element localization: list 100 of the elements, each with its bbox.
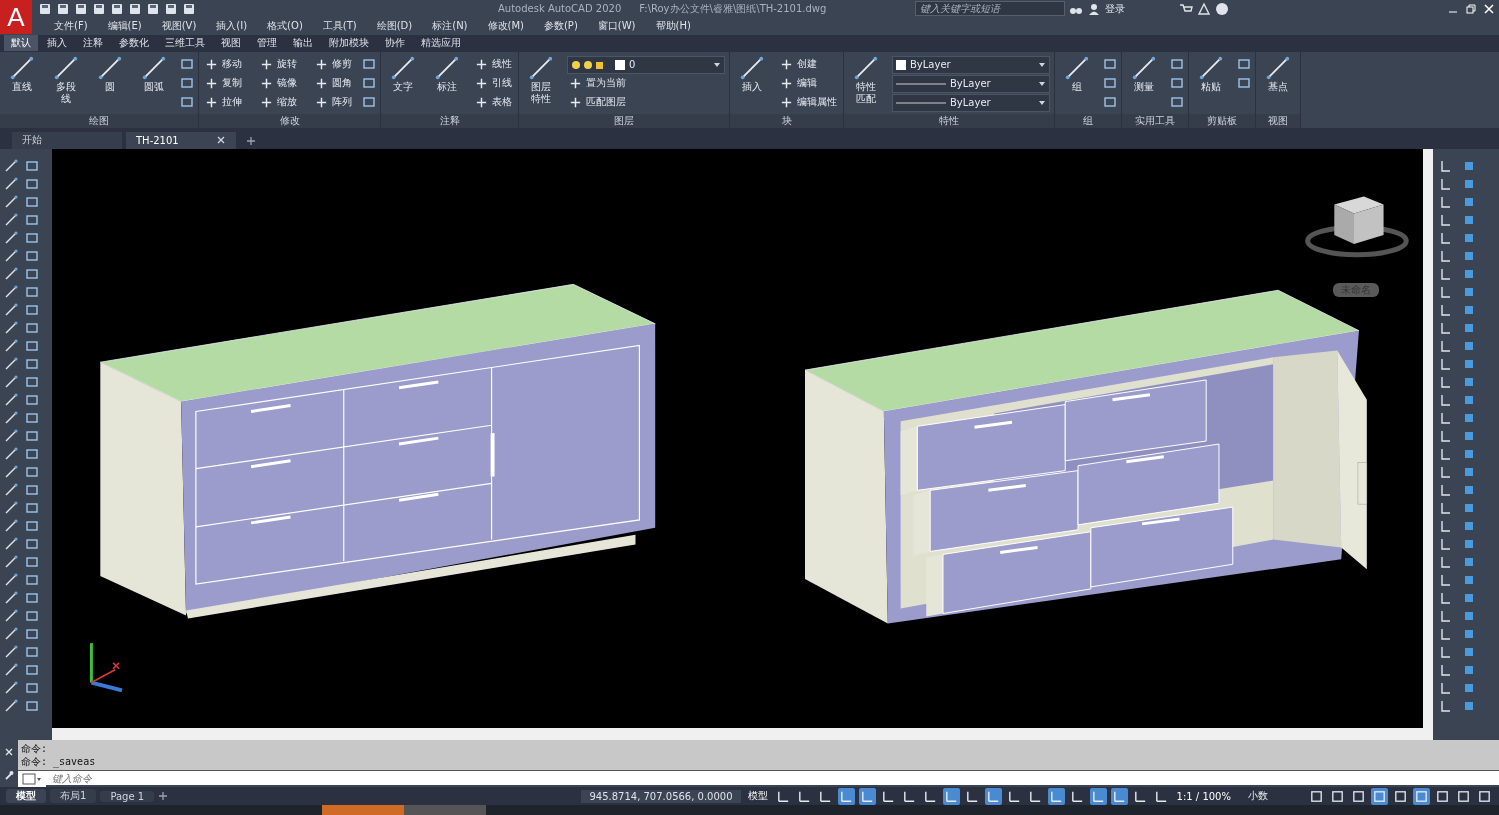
tool-icon[interactable] — [1439, 356, 1453, 371]
tool-icon[interactable] — [1439, 500, 1453, 515]
add-tab-icon[interactable] — [158, 791, 169, 801]
tool-icon[interactable] — [1439, 158, 1453, 173]
ribbon-tab[interactable]: 附加模块 — [322, 35, 376, 52]
tool-icon[interactable] — [1439, 680, 1453, 695]
wrench-icon[interactable] — [4, 770, 14, 781]
tool-icon[interactable] — [25, 374, 39, 389]
layout-tab[interactable]: Page 1 — [100, 790, 155, 802]
status-toggle-icon[interactable] — [942, 787, 960, 805]
property-dropdown[interactable]: ByLayer — [892, 94, 1050, 112]
sign-in-link[interactable]: 登录 — [1105, 1, 1176, 16]
menu-item[interactable]: 插入(I) — [216, 19, 248, 33]
tool-icon[interactable] — [1439, 464, 1453, 479]
triangle-icon[interactable] — [1197, 1, 1212, 16]
tool-icon[interactable] — [4, 608, 18, 623]
ribbon-button[interactable]: 基点 — [1260, 55, 1296, 114]
terminal-icon[interactable] — [18, 771, 46, 788]
toolbar-icon[interactable] — [74, 1, 88, 16]
tool-icon[interactable] — [362, 57, 376, 71]
tool-icon[interactable] — [4, 662, 18, 677]
ribbon-button[interactable]: 置为当前 — [567, 74, 628, 93]
ribbon-tab[interactable]: 三维工具 — [158, 35, 212, 52]
tool-icon[interactable] — [25, 446, 39, 461]
tool-icon[interactable] — [25, 662, 39, 677]
tool-icon[interactable] — [25, 248, 39, 263]
tool-icon[interactable] — [4, 284, 18, 299]
tool-icon[interactable] — [25, 410, 39, 425]
view-cube-icon[interactable] — [1305, 196, 1409, 258]
tool-icon[interactable] — [25, 428, 39, 443]
ribbon-button[interactable]: 图层特性 — [523, 55, 559, 114]
tool-icon[interactable] — [25, 608, 39, 623]
tool-icon[interactable] — [25, 680, 39, 695]
toolbar-icon[interactable] — [128, 1, 142, 16]
tool-icon[interactable] — [25, 302, 39, 317]
tool-icon[interactable] — [25, 356, 39, 371]
tool-icon[interactable] — [1439, 590, 1453, 605]
ribbon-button[interactable]: 表格 — [473, 93, 514, 112]
tool-icon[interactable] — [1170, 95, 1184, 109]
scrollbar[interactable] — [52, 728, 1433, 741]
tool-icon[interactable] — [25, 392, 39, 407]
menu-item[interactable]: 格式(O) — [267, 19, 303, 33]
ribbon-button[interactable]: 标注 — [429, 55, 465, 114]
ribbon-tab[interactable]: 视图 — [214, 35, 248, 52]
tool-icon[interactable] — [4, 230, 18, 245]
ribbon-button[interactable]: 引线 — [473, 74, 514, 93]
tool-icon[interactable] — [25, 230, 39, 245]
tool-icon[interactable] — [25, 644, 39, 659]
tool-icon[interactable] — [4, 410, 18, 425]
toolbar-icon[interactable] — [182, 1, 196, 16]
scrollbar[interactable] — [1423, 148, 1433, 729]
tool-icon[interactable] — [1439, 446, 1453, 461]
ribbon-button[interactable]: 线性 — [473, 55, 514, 74]
panel-title[interactable]: 绘图 — [0, 113, 198, 128]
status-toggle-icon[interactable] — [1089, 787, 1107, 805]
ribbon-button[interactable]: 插入 — [734, 55, 770, 114]
tool-icon[interactable] — [25, 554, 39, 569]
ribbon-button[interactable]: 匹配图层 — [567, 93, 628, 112]
tool-icon[interactable] — [4, 446, 18, 461]
ribbon-button[interactable]: 编辑属性 — [778, 93, 839, 112]
ribbon-tab[interactable]: 注释 — [76, 35, 110, 52]
tool-icon[interactable] — [4, 536, 18, 551]
tool-icon[interactable] — [1170, 76, 1184, 90]
layout-tab[interactable]: 模型 — [6, 789, 46, 803]
ribbon-button[interactable]: 组 — [1059, 55, 1095, 114]
panel-title[interactable]: 注释 — [381, 113, 518, 128]
toolbar-icon[interactable] — [38, 1, 52, 16]
panel-title[interactable]: 图层 — [519, 113, 729, 128]
tool-icon[interactable] — [1439, 482, 1453, 497]
tool-icon[interactable] — [25, 518, 39, 533]
model-space-button[interactable]: 模型 — [744, 789, 771, 803]
ribbon-button[interactable]: 圆 — [92, 55, 128, 114]
tool-icon[interactable] — [25, 158, 39, 173]
menu-item[interactable]: 窗口(W) — [597, 19, 636, 33]
panel-title[interactable]: 块 — [730, 113, 843, 128]
ribbon-tab[interactable]: 参数化 — [112, 35, 156, 52]
tool-icon[interactable] — [4, 680, 18, 695]
close-icon[interactable] — [1483, 2, 1495, 15]
tool-icon[interactable] — [1439, 302, 1453, 317]
tool-icon[interactable] — [4, 392, 18, 407]
ribbon-tab[interactable]: 管理 — [250, 35, 284, 52]
ribbon-tab[interactable]: 插入 — [40, 35, 74, 52]
tool-icon[interactable] — [25, 698, 39, 713]
ribbon-button[interactable]: 圆弧 — [136, 55, 172, 114]
menu-item[interactable]: 文件(F) — [54, 19, 88, 33]
panel-title[interactable]: 实用工具 — [1122, 113, 1188, 128]
toolbar-icon[interactable] — [164, 1, 178, 16]
status-toggle-icon[interactable] — [1413, 787, 1430, 805]
tool-icon[interactable] — [1439, 230, 1453, 245]
tool-icon[interactable] — [1170, 57, 1184, 71]
tool-icon[interactable] — [25, 536, 39, 551]
file-tab[interactable]: TH-2101 — [126, 131, 236, 149]
panel-title[interactable]: 剪贴板 — [1189, 113, 1255, 128]
tool-icon[interactable] — [25, 338, 39, 353]
tool-icon[interactable] — [1439, 176, 1453, 191]
tool-icon[interactable] — [4, 158, 18, 173]
restore-icon[interactable] — [1465, 2, 1477, 15]
toolbar-icon[interactable] — [56, 1, 70, 16]
tool-icon[interactable] — [4, 266, 18, 281]
menu-item[interactable]: 参数(P) — [543, 19, 578, 33]
